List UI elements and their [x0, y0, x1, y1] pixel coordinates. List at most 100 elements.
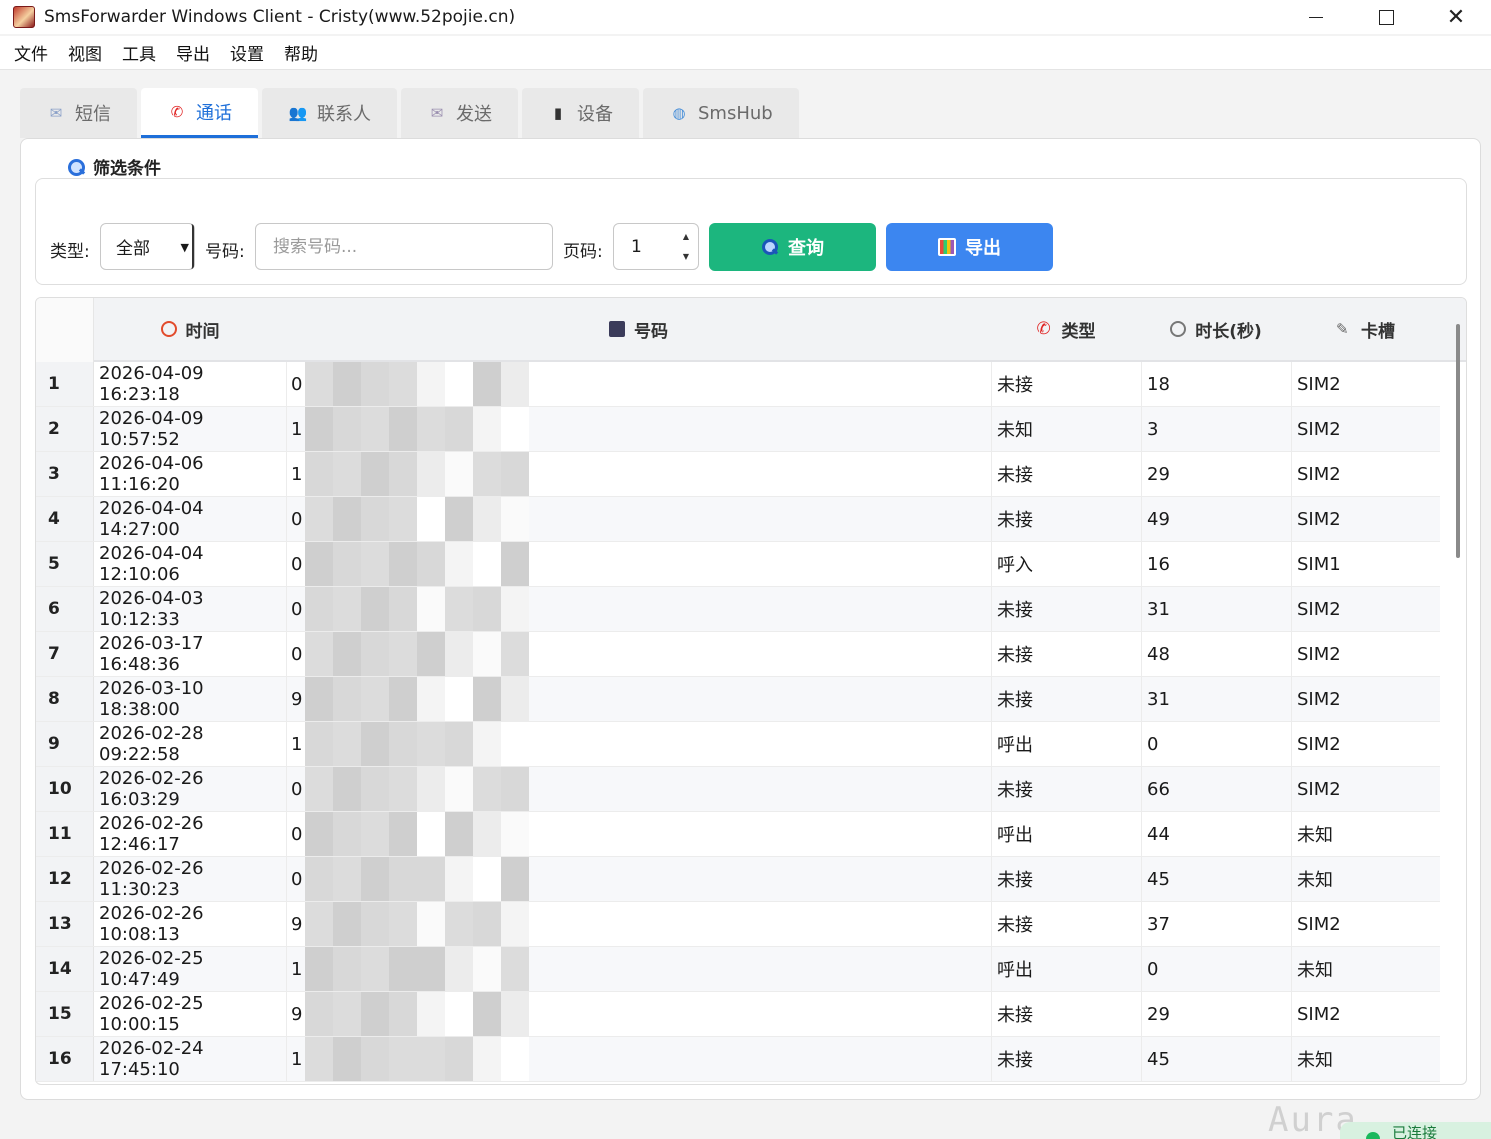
sim-card-icon: ✎ — [1336, 320, 1349, 338]
title-bar: SmsForwarder Windows Client - Cristy(www… — [0, 0, 1491, 34]
cell-type: 未接 — [991, 452, 1141, 496]
tab-smshub[interactable]: ◍ SmsHub — [643, 88, 799, 138]
page-spinbox[interactable]: 1 ▲ ▼ — [613, 223, 699, 270]
tab-calls[interactable]: ✆ 通话 — [141, 88, 258, 138]
menu-help[interactable]: 帮助 — [274, 40, 328, 65]
tab-send[interactable]: ✉ 发送 — [401, 88, 518, 138]
row-number: 4 — [36, 497, 94, 541]
tab-smshub-label: SmsHub — [698, 102, 773, 124]
redaction-mosaic — [305, 587, 529, 631]
cell-type: 未接 — [991, 992, 1141, 1036]
cell-number-text: 1 — [291, 418, 303, 440]
cell-duration: 29 — [1141, 452, 1291, 496]
cell-time: 2026-02-26 16:03:29 — [99, 768, 204, 810]
cell-time: 2026-03-17 16:48:36 — [99, 633, 204, 675]
table-row[interactable]: 3 2026-04-06 11:16:20 1 未接 29 SIM2 — [36, 452, 1440, 497]
cell-duration: 45 — [1141, 1037, 1291, 1081]
table-row[interactable]: 6 2026-04-03 10:12:33 0 未接 31 SIM2 — [36, 587, 1440, 632]
tab-sms-label: 短信 — [75, 104, 111, 125]
table-row[interactable]: 15 2026-02-25 10:00:15 9 未接 29 SIM2 — [36, 992, 1440, 1037]
spin-up-icon[interactable]: ▲ — [676, 227, 696, 247]
tab-sms[interactable]: ✉ 短信 — [20, 88, 137, 138]
row-number: 9 — [36, 722, 94, 766]
table-row[interactable]: 9 2026-02-28 09:22:58 1 呼出 0 SIM2 — [36, 722, 1440, 767]
table-row[interactable]: 7 2026-03-17 16:48:36 0 未接 48 SIM2 — [36, 632, 1440, 677]
table-row[interactable]: 14 2026-02-25 10:47:49 1 呼出 0 未知 — [36, 947, 1440, 992]
cell-number-text: 0 — [291, 553, 303, 575]
type-select-value: 全部 — [116, 239, 150, 259]
table-row[interactable]: 5 2026-04-04 12:10:06 0 呼入 16 SIM1 — [36, 542, 1440, 587]
tab-contacts-label: 联系人 — [317, 104, 371, 125]
minimize-button[interactable] — [1281, 0, 1351, 34]
cell-duration: 16 — [1141, 542, 1291, 586]
tab-bar: ✉ 短信 ✆ 通话 👥 联系人 ✉ 发送 ▮ 设备 ◍ SmsHub — [20, 88, 803, 138]
export-button-label: 导出 — [965, 238, 1001, 259]
globe-icon: ◍ — [672, 104, 686, 122]
column-header-number[interactable]: 号码 — [286, 298, 991, 360]
cell-time: 2026-02-26 10:08:13 — [99, 903, 204, 945]
close-button[interactable]: ✕ — [1421, 0, 1491, 34]
tab-contacts[interactable]: 👥 联系人 — [262, 88, 397, 138]
export-button[interactable]: 导出 — [886, 223, 1053, 271]
tab-device[interactable]: ▮ 设备 — [522, 88, 639, 138]
query-button[interactable]: 查询 — [709, 223, 876, 271]
table-row[interactable]: 11 2026-02-26 12:46:17 0 呼出 44 未知 — [36, 812, 1440, 857]
cell-number-text: 0 — [291, 643, 303, 665]
table-corner — [36, 298, 94, 362]
table-row[interactable]: 12 2026-02-26 11:30:23 0 未接 45 未知 — [36, 857, 1440, 902]
row-number: 13 — [36, 902, 94, 946]
table-row[interactable]: 8 2026-03-10 18:38:00 9 未接 31 SIM2 — [36, 677, 1440, 722]
row-number: 10 — [36, 767, 94, 811]
number-search-input[interactable] — [255, 223, 553, 270]
redaction-mosaic — [305, 497, 529, 541]
spin-down-icon[interactable]: ▼ — [676, 247, 696, 267]
window-title: SmsForwarder Windows Client - Cristy(www… — [44, 7, 516, 27]
cell-sim: SIM2 — [1291, 767, 1440, 811]
column-header-sim[interactable]: ✎ 卡槽 — [1291, 298, 1440, 360]
table-row[interactable]: 4 2026-04-04 14:27:00 0 未接 49 SIM2 — [36, 497, 1440, 542]
table-row[interactable]: 13 2026-02-26 10:08:13 9 未接 37 SIM2 — [36, 902, 1440, 947]
maximize-button[interactable] — [1351, 0, 1421, 34]
cell-type: 未接 — [991, 497, 1141, 541]
minimize-icon — [1309, 16, 1323, 18]
alarm-clock-icon — [160, 321, 177, 337]
status-text: 已连接 — [1392, 1123, 1438, 1139]
cell-number: 1 — [286, 947, 990, 991]
redaction-mosaic — [305, 452, 529, 496]
column-header-time[interactable]: 时间 — [94, 298, 286, 360]
cell-duration: 31 — [1141, 677, 1291, 721]
cell-number: 1 — [286, 722, 990, 766]
cell-sim: SIM2 — [1291, 497, 1440, 541]
close-icon: ✕ — [1446, 4, 1466, 30]
vertical-scrollbar[interactable] — [1456, 324, 1460, 558]
cell-time: 2026-04-06 11:16:20 — [99, 453, 204, 495]
cell-duration: 66 — [1141, 767, 1291, 811]
table-row[interactable]: 10 2026-02-26 16:03:29 0 未接 66 SIM2 — [36, 767, 1440, 812]
menu-tools[interactable]: 工具 — [112, 40, 166, 65]
row-number: 7 — [36, 632, 94, 676]
cell-duration: 0 — [1141, 947, 1291, 991]
menu-file[interactable]: 文件 — [4, 40, 58, 65]
cell-number-text: 1 — [291, 1048, 303, 1070]
table-row[interactable]: 1 2026-04-09 16:23:18 0 未接 18 SIM2 — [36, 362, 1440, 407]
table-row[interactable]: 16 2026-02-24 17:45:10 1 未接 45 未知 — [36, 1037, 1440, 1082]
table-row[interactable]: 2 2026-04-09 10:57:52 1 未知 3 SIM2 — [36, 407, 1440, 452]
menu-export[interactable]: 导出 — [166, 40, 220, 65]
menu-view[interactable]: 视图 — [58, 40, 112, 65]
cell-time: 2026-04-04 12:10:06 — [99, 543, 204, 585]
filter-section-title: 筛选条件 — [67, 154, 161, 179]
cell-time: 2026-02-25 10:47:49 — [99, 948, 204, 990]
menu-settings[interactable]: 设置 — [220, 40, 274, 65]
row-number: 16 — [36, 1037, 94, 1081]
cell-number: 0 — [286, 362, 990, 406]
redaction-mosaic — [305, 677, 529, 721]
cell-type: 未接 — [991, 677, 1141, 721]
cell-sim: SIM1 — [1291, 542, 1440, 586]
cell-time: 2026-02-24 17:45:10 — [99, 1038, 204, 1080]
type-select[interactable]: 全部 ▼ — [100, 223, 195, 270]
cell-sim: 未知 — [1291, 947, 1440, 991]
column-header-type[interactable]: ✆ 类型 — [991, 298, 1141, 360]
cell-sim: SIM2 — [1291, 722, 1440, 766]
column-header-duration[interactable]: 时长(秒) — [1141, 298, 1291, 360]
cell-type: 未接 — [991, 767, 1141, 811]
